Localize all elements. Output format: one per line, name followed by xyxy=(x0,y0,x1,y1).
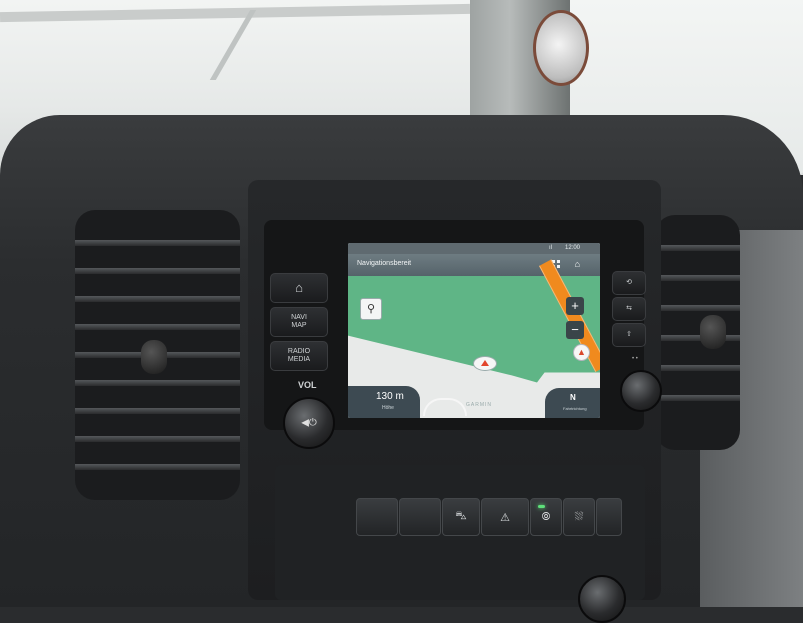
garage-beam xyxy=(209,10,327,80)
vent-slat xyxy=(655,305,740,311)
vent-knob[interactable] xyxy=(141,340,167,374)
seat-heat-icon: ⛆ xyxy=(574,510,584,523)
vent-slat xyxy=(75,268,240,274)
vent-slat xyxy=(655,245,740,251)
right-hw-button-2[interactable]: ⇆ xyxy=(612,297,646,321)
vent-knob[interactable] xyxy=(700,315,726,349)
back-icon: ⟲ xyxy=(626,279,632,286)
hazard-icon: ⚠ xyxy=(500,511,510,524)
climate-knob[interactable] xyxy=(578,575,626,623)
controller-knob[interactable] xyxy=(620,370,662,412)
heading-panel[interactable]: N Fahrtrichtung xyxy=(545,388,600,418)
title-bar: Navigationsbereit ⌂ xyxy=(348,254,600,276)
controller-indicator: • • xyxy=(632,356,638,362)
right-air-vent[interactable] xyxy=(655,215,740,450)
infotainment-screen[interactable]: ıl 12:00 Navigationsbereit ⌂ ⚲ + − ▲ GAR… xyxy=(348,243,600,418)
home-button[interactable]: ⌂ xyxy=(270,273,328,303)
switch-button-2[interactable] xyxy=(399,498,441,536)
switch-icon: ⇆ xyxy=(626,305,632,312)
right-hw-button-1[interactable]: ⟲ xyxy=(612,271,646,295)
map-search-button[interactable]: ⚲ xyxy=(360,298,382,320)
park-icon: ⦾ xyxy=(541,510,551,523)
status-time: 12:00 xyxy=(564,245,580,251)
navi-map-button[interactable]: NAVI MAP xyxy=(270,307,328,337)
volume-power-icon: ◀⏻ xyxy=(301,417,317,429)
vent-slat xyxy=(75,380,240,386)
distance-value: 130 m xyxy=(376,391,404,402)
right-hw-button-3[interactable]: ⇧ xyxy=(612,323,646,347)
vent-slat xyxy=(75,324,240,330)
vent-slat xyxy=(75,296,240,302)
vent-slat xyxy=(75,408,240,414)
garage-beam xyxy=(0,3,471,23)
rearview-mirror xyxy=(533,10,589,86)
radio-media-button[interactable]: RADIO MEDIA xyxy=(270,341,328,371)
switch-button-7[interactable] xyxy=(596,498,622,536)
screen-title: Navigationsbereit xyxy=(357,260,412,267)
zoom-in-button[interactable]: + xyxy=(566,297,584,315)
vehicle-position-icon xyxy=(473,356,497,371)
home-icon[interactable]: ⌂ xyxy=(575,259,580,269)
heading-sub: Fahrtrichtung xyxy=(563,406,587,411)
hazard-button[interactable]: ⚠ xyxy=(481,498,529,536)
vent-slat xyxy=(75,436,240,442)
zoom-out-button[interactable]: − xyxy=(566,321,584,339)
vent-slat xyxy=(655,395,740,401)
vent-slat xyxy=(655,365,740,371)
navigation-map[interactable]: ⚲ + − ▲ GARMIN 130 m Höhe N Fahrtrichtun… xyxy=(348,259,600,418)
status-led xyxy=(538,505,545,508)
map-arc xyxy=(423,398,467,416)
up-icon: ⇧ xyxy=(626,331,632,338)
status-bar: ıl 12:00 xyxy=(348,243,600,254)
home-hw-icon: ⌂ xyxy=(295,280,303,295)
heading-value: N xyxy=(570,393,576,402)
vent-slat xyxy=(75,464,240,470)
volume-knob[interactable]: ◀⏻ xyxy=(283,397,335,449)
vent-slat xyxy=(75,240,240,246)
distance-panel[interactable]: 130 m Höhe xyxy=(348,386,420,418)
vent-slat xyxy=(655,335,740,341)
compass-icon[interactable]: ▲ xyxy=(573,344,590,361)
vent-slat xyxy=(655,275,740,281)
vol-label: VOL xyxy=(298,380,317,390)
signal-icon: ıl xyxy=(549,245,552,251)
seat-heat-button[interactable]: ⛆ xyxy=(563,498,595,536)
left-air-vent[interactable] xyxy=(75,210,240,500)
park-assist-button[interactable]: ⦾ xyxy=(530,498,562,536)
search-icon: ⚲ xyxy=(366,303,376,315)
map-brand: GARMIN xyxy=(466,402,492,408)
esp-icon: ⛍ xyxy=(455,510,467,522)
switch-button-1[interactable] xyxy=(356,498,398,536)
distance-sub: Höhe xyxy=(382,405,394,411)
esp-off-button[interactable]: ⛍ xyxy=(442,498,480,536)
